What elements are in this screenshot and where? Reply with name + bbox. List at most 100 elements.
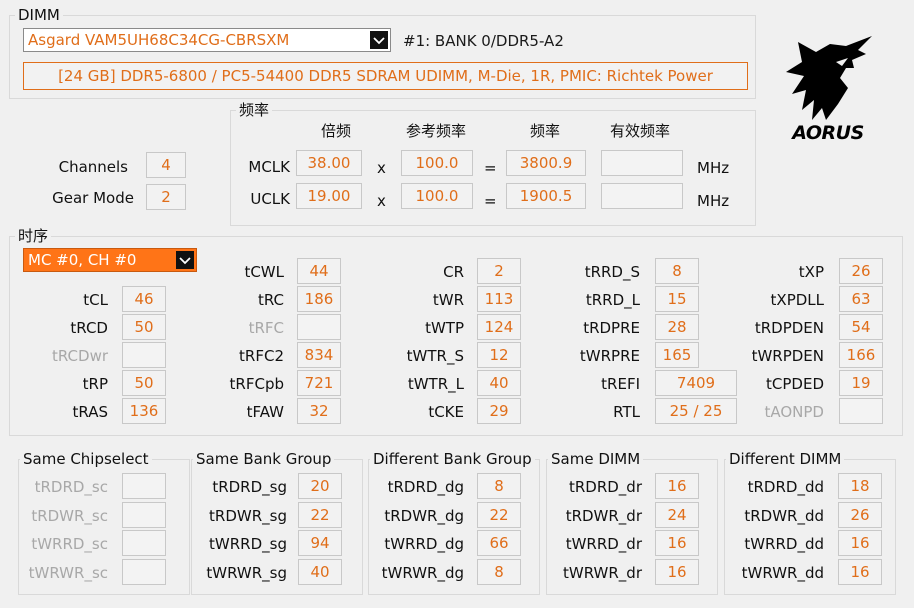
uclk-frequency: 1900.5 [506,183,586,209]
turnaround-title-same-chipselect: Same Chipselect [20,450,152,468]
aorus-logo: AORUS [776,34,880,146]
timing-value-trdpden: 54 [839,314,883,340]
mclk-unit: MHz [697,159,730,177]
turnaround-label-trdrd-dd: tRDRD_dd [747,478,824,496]
turnaround-value-trdwr-dr: 24 [655,502,699,528]
frequency-group-title: 频率 [236,101,273,119]
timing-label-tcl: tCL [83,291,108,309]
mclk-label: MCLK [248,158,290,176]
timing-value-txpdll: 63 [839,286,883,312]
timing-value-tcl: 46 [122,286,166,312]
turnaround-label-twrrd-dr: tWRRD_dr [565,535,642,553]
turnaround-value-twrwr-dd: 16 [838,559,882,585]
timing-label-trcdwr: tRCDwr [51,347,108,365]
timing-label-twr: tWR [432,291,464,309]
turnaround-value-trdwr-sc [122,502,166,528]
turnaround-label-trdrd-sc: tRDRD_sc [34,478,108,496]
timing-value-twr: 113 [477,286,521,312]
timing-label-taonpd: tAONPD [764,403,824,421]
turnaround-title-different-dimm: Different DIMM [726,450,845,468]
turnaround-value-trdrd-dr: 16 [655,473,699,499]
channels-label: Channels [58,158,128,176]
timings-group-title: 时序 [15,227,52,245]
turnaround-label-trdwr-sc: tRDWR_sc [31,507,108,525]
timing-value-taonpd [839,398,883,424]
uclk-unit: MHz [697,192,730,210]
turnaround-value-twrrd-sg: 94 [298,530,342,556]
chevron-down-icon[interactable] [370,31,388,49]
mc-channel-select-value: MC #0, CH #0 [28,251,137,269]
timing-label-twtp: tWTP [425,319,464,337]
timing-label-cr: CR [443,263,464,281]
timing-label-twtr-s: tWTR_S [406,347,464,365]
mclk-reference: 100.0 [401,150,473,176]
uclk-label: UCLK [250,190,290,208]
turnaround-value-trdrd-dd: 18 [838,473,882,499]
turnaround-label-trdwr-dg: tRDWR_dg [384,507,464,525]
timing-value-twrpden: 166 [839,342,883,368]
timing-value-txp: 26 [839,258,883,284]
turnaround-title-same-bank-group: Same Bank Group [193,450,335,468]
timing-label-tras: tRAS [72,403,108,421]
turnaround-label-twrwr-sg: tWRWR_sg [206,564,287,582]
mclk-multiplier: 38.00 [296,150,362,176]
timing-label-tcke: tCKE [428,403,464,421]
timing-value-twtr-l: 40 [477,370,521,396]
turnaround-value-twrrd-dr: 16 [655,530,699,556]
turnaround-label-twrrd-sg: tWRRD_sg [209,535,287,553]
timing-label-trdpden: tRDPDEN [754,319,824,337]
uclk-reference: 100.0 [401,183,473,209]
timing-value-cr: 2 [477,258,521,284]
turnaround-label-twrrd-dg: tWRRD_dg [384,535,464,553]
timing-label-rtl: RTL [613,403,640,421]
gear-mode-value: 2 [146,184,186,210]
module-select[interactable]: Asgard VAM5UH68C34CG-CBRSXM [23,28,391,52]
slot-label: #1: BANK 0/DDR5-A2 [403,32,564,50]
timing-value-tcke: 29 [477,398,521,424]
turnaround-value-twrwr-dg: 8 [477,559,521,585]
turnaround-value-trdrd-dg: 8 [477,473,521,499]
turnaround-label-twrwr-dg: tWRWR_dg [381,564,464,582]
timing-value-trefi: 7409 [655,370,737,396]
timing-value-tcpded: 19 [839,370,883,396]
turnaround-value-twrrd-sc [122,530,166,556]
freq-header-reference: 参考频率 [405,122,466,140]
module-description: [24 GB] DDR5-6800 / PC5-54400 DDR5 SDRAM… [23,62,748,90]
mclk-times: x [377,159,386,177]
gear-mode-label: Gear Mode [52,189,134,207]
turnaround-value-twrrd-dd: 16 [838,530,882,556]
turnaround-title-same-dimm: Same DIMM [548,450,644,468]
timing-value-tcwl: 44 [297,258,341,284]
uclk-times: x [377,192,386,210]
turnaround-value-twrwr-dr: 16 [655,559,699,585]
timing-label-trfc: tRFC [248,319,284,337]
turnaround-label-twrrd-sc: tWRRD_sc [31,535,108,553]
timing-value-tfaw: 32 [297,398,341,424]
turnaround-value-trdrd-sc [122,473,166,499]
timing-label-trp: tRP [82,375,108,393]
freq-header-frequency: 频率 [529,122,560,140]
mc-channel-select[interactable]: MC #0, CH #0 [23,248,197,272]
timing-label-trcd: tRCD [70,319,108,337]
timing-label-trc: tRC [257,291,284,309]
timing-value-trcdwr [122,342,166,368]
uclk-multiplier: 19.00 [296,183,362,209]
mclk-equals: = [484,159,497,177]
timing-value-twrpre: 165 [655,342,699,368]
turnaround-value-trdwr-sg: 22 [298,502,342,528]
timing-label-txpdll: tXPDLL [770,291,824,309]
timing-value-trfc2: 834 [297,342,341,368]
turnaround-value-trdwr-dg: 22 [477,502,521,528]
timing-label-twtr-l: tWTR_L [407,375,464,393]
mclk-frequency: 3800.9 [506,150,586,176]
chevron-down-icon[interactable] [176,251,194,269]
turnaround-label-trdrd-sg: tRDRD_sg [212,478,287,496]
timing-label-trefi: tREFI [601,375,640,393]
turnaround-value-twrwr-sg: 40 [298,559,342,585]
timing-label-trdpre: tRDPRE [583,319,640,337]
timing-label-trfc2: tRFC2 [239,347,284,365]
turnaround-value-trdwr-dd: 26 [838,502,882,528]
timing-value-trcd: 50 [122,314,166,340]
timing-label-trrd-l: tRRD_L [585,291,640,309]
timing-value-trp: 50 [122,370,166,396]
